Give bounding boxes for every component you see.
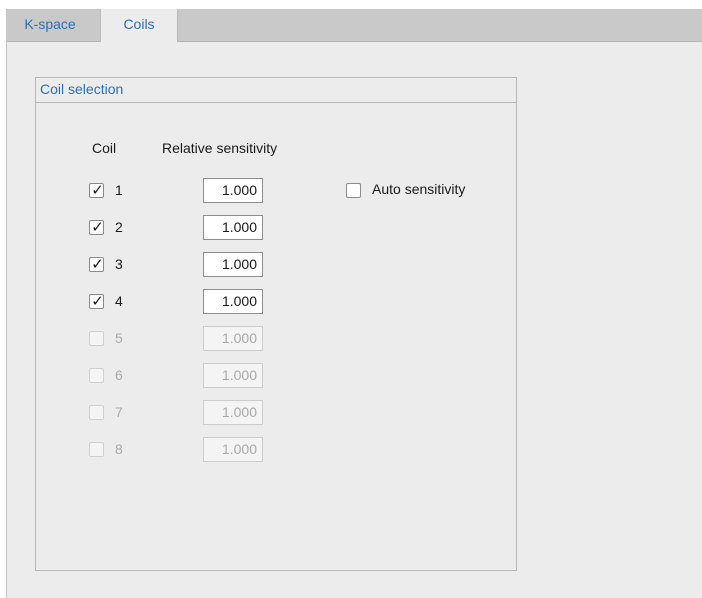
- sensitivity-field[interactable]: 1.000: [203, 178, 263, 203]
- coil-row: ✓ 3 1.000: [36, 252, 516, 278]
- sensitivity-field[interactable]: 1.000: [203, 400, 263, 425]
- coil-row: ✓ 4 1.000: [36, 289, 516, 315]
- sensitivity-field[interactable]: 1.000: [203, 252, 263, 277]
- sensitivity-field[interactable]: 1.000: [203, 215, 263, 240]
- tab-bar: K-space Coils: [7, 9, 702, 42]
- checkmark-icon: ✓: [91, 293, 104, 310]
- checkmark-icon: ✓: [91, 256, 104, 273]
- coils-window: K-space Coils Coil selection Coil Relati…: [6, 9, 702, 598]
- coil-row: 7 1.000: [36, 400, 516, 426]
- coil-number: 1: [115, 182, 123, 198]
- coil-number: 8: [115, 441, 123, 457]
- sensitivity-field[interactable]: 1.000: [203, 363, 263, 388]
- sensitivity-field[interactable]: 1.000: [203, 326, 263, 351]
- column-header-sensitivity: Relative sensitivity: [162, 140, 278, 156]
- coil-checkbox[interactable]: [89, 331, 104, 346]
- coil-checkbox[interactable]: ✓: [89, 182, 104, 199]
- tab-coils[interactable]: Coils: [100, 9, 178, 42]
- checkmark-icon: ✓: [91, 182, 104, 199]
- coil-checkbox[interactable]: ✓: [89, 219, 104, 236]
- column-header-coil: Coil: [92, 140, 117, 156]
- coil-number: 5: [115, 330, 123, 346]
- tab-k-space[interactable]: K-space: [7, 9, 93, 41]
- sensitivity-field[interactable]: 1.000: [203, 289, 263, 314]
- group-title: Coil selection: [36, 78, 516, 103]
- coil-number: 2: [115, 219, 123, 235]
- coil-selection-group: Coil selection Coil Relative sensitivity…: [35, 77, 517, 571]
- coil-checkbox[interactable]: ✓: [89, 256, 104, 273]
- checkmark-icon: ✓: [91, 219, 104, 236]
- coil-checkbox[interactable]: [89, 368, 104, 383]
- coil-checkbox[interactable]: [89, 405, 104, 420]
- auto-sensitivity-label: Auto sensitivity: [372, 181, 466, 197]
- sensitivity-field[interactable]: 1.000: [203, 437, 263, 462]
- auto-sensitivity-checkbox[interactable]: [346, 183, 361, 198]
- coil-number: 7: [115, 404, 123, 420]
- coil-number: 3: [115, 256, 123, 272]
- coil-number: 6: [115, 367, 123, 383]
- coil-row: 8 1.000: [36, 437, 516, 463]
- coil-number: 4: [115, 293, 123, 309]
- coil-row: 6 1.000: [36, 363, 516, 389]
- coil-row: 5 1.000: [36, 326, 516, 352]
- coil-checkbox[interactable]: [89, 442, 104, 457]
- coil-row: ✓ 2 1.000: [36, 215, 516, 241]
- coil-checkbox[interactable]: ✓: [89, 293, 104, 310]
